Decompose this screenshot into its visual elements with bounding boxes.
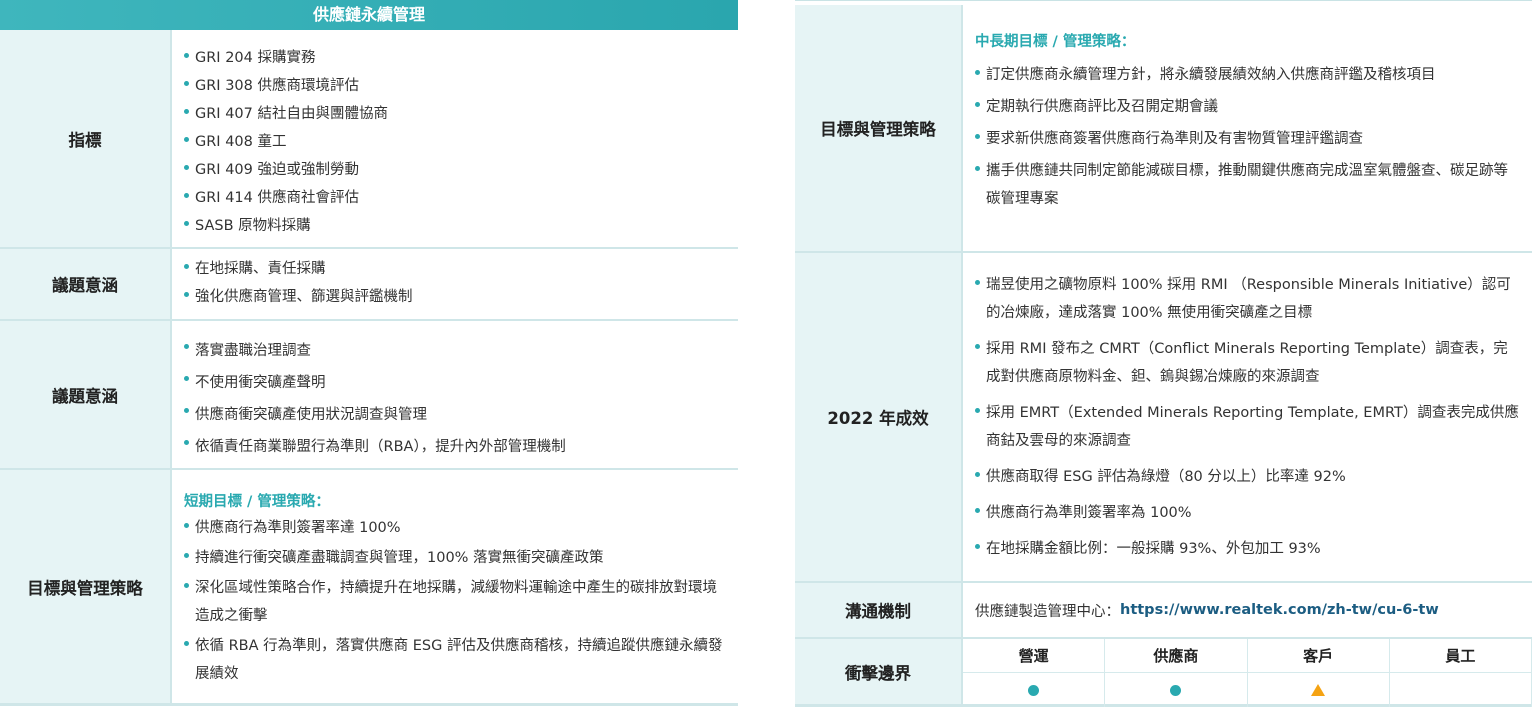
communication-row: 溝通機制 供應鏈製造管理中心： https://www.realtek.com/… [795,583,1532,639]
list-item: 瑞昱使用之礦物原料 100% 採用 RMI （Responsible Miner… [975,271,1522,327]
list-item: 供應商取得 ESG 評估為綠燈（80 分以上）比率達 92% [975,463,1522,491]
left-panel: 供應鏈永續管理 指標 GRI 204 採購實務 GRI 308 供應商環境評估 … [0,0,738,706]
performance-list: 瑞昱使用之礦物原料 100% 採用 RMI （Responsible Miner… [975,271,1522,563]
list-item: SASB 原物料採購 [184,212,728,240]
list-item: 訂定供應商永續管理方針，將永續發展績效納入供應商評鑑及稽核項目 [975,61,1522,89]
list-item: 攜手供應鏈共同制定節能減碳目標，推動關鍵供應商完成溫室氣體盤查、碳足跡等碳管理專… [975,157,1522,213]
list-item: GRI 408 童工 [184,128,728,156]
section-title-banner: 供應鏈永續管理 [0,0,738,30]
short-term-goals-row: 目標與管理策略 短期目標 / 管理策略： 供應商行為準則簽署率達 100% 持續… [0,470,738,706]
list-item: GRI 414 供應商社會評估 [184,184,728,212]
list-item: 要求新供應商簽署供應商行為準則及有害物質管理評鑑調查 [975,125,1522,153]
list-item: 持續進行衝突礦產盡職調查與管理，100% 落實無衝突礦產政策 [184,544,728,572]
impact-column-suppliers: 供應商 [1105,639,1248,673]
impact-boundary-row: 衝擊邊界 營運 供應商 客戶 員工 [795,639,1532,707]
long-term-goals-list: 訂定供應商永續管理方針，將永續發展績效納入供應商評鑑及稽核項目 定期執行供應商評… [975,61,1522,213]
right-panel: 目標與管理策略 中長期目標 / 管理策略： 訂定供應商永續管理方針，將永續發展績… [795,0,1532,707]
goals-strategy-label: 目標與管理策略 [795,5,963,251]
list-item: GRI 204 採購實務 [184,44,728,72]
list-item: 不使用衝突礦產聲明 [184,367,728,399]
list-item: 定期執行供應商評比及召開定期會議 [975,93,1522,121]
list-item: GRI 409 強迫或強制勞動 [184,156,728,184]
performance-row: 2022 年成效 瑞昱使用之礦物原料 100% 採用 RMI （Responsi… [795,253,1532,583]
issue-meaning-label: 議題意涵 [0,249,172,319]
list-item: 落實盡職治理調查 [184,335,728,367]
long-term-goals-subtitle: 中長期目標 / 管理策略： [975,34,1136,50]
list-item: 採用 EMRT（Extended Minerals Reporting Temp… [975,399,1522,455]
indicator-row: 指標 GRI 204 採購實務 GRI 308 供應商環境評估 GRI 407 … [0,30,738,249]
impact-column-operations: 營運 [963,639,1106,673]
direct-impact-dot-icon [1028,684,1040,696]
issue-meaning-row-1: 議題意涵 在地採購、責任採購 強化供應商管理、篩選與評鑑機制 [0,249,738,321]
communication-prefix: 供應鏈製造管理中心： [975,603,1120,620]
communication-link[interactable]: https://www.realtek.com/zh-tw/cu-6-tw [1120,602,1439,618]
list-item: 依循責任商業聯盟行為準則（RBA），提升內外部管理機制 [184,431,728,463]
issue-meaning-label: 議題意涵 [0,321,172,468]
performance-label: 2022 年成效 [795,253,963,581]
impact-column-employees: 員工 [1389,639,1532,673]
indirect-impact-triangle-icon [1311,684,1326,696]
list-item: 依循 RBA 行為準則，落實供應商 ESG 評估及供應商稽核，持續追蹤供應鏈永續… [184,632,728,688]
indicator-label: 指標 [0,30,172,247]
list-item: 供應商衝突礦產使用狀況調查與管理 [184,399,728,431]
list-item: 深化區域性策略合作，持續提升在地採購，減緩物料運輸途中產生的碳排放對環境造成之衝… [184,574,728,630]
issue-meaning-row-2: 議題意涵 落實盡職治理調查 不使用衝突礦產聲明 供應商衝突礦產使用狀況調查與管理… [0,321,738,470]
impact-boundary-table: 營運 供應商 客戶 員工 [963,639,1532,707]
list-item: 在地採購、責任採購 [184,255,728,283]
impact-column-customers: 客戶 [1247,639,1390,673]
short-term-goals-list: 供應商行為準則簽署率達 100% 持續進行衝突礦產盡職調查與管理，100% 落實… [184,514,728,688]
communication-label: 溝通機制 [795,583,963,637]
list-item: 供應商行為準則簽署率達 100% [184,514,728,542]
list-item: 在地採購金額比例：一般採購 93%、外包加工 93% [975,535,1522,563]
impact-boundary-label: 衝擊邊界 [795,639,963,704]
direct-impact-dot-icon [1170,684,1182,696]
list-item: GRI 308 供應商環境評估 [184,72,728,100]
list-item: GRI 407 結社自由與團體協商 [184,100,728,128]
issue-meaning-list: 在地採購、責任採購 強化供應商管理、篩選與評鑑機制 [184,255,728,311]
empty-impact-cell [1390,673,1532,707]
goals-strategy-label: 目標與管理策略 [0,470,172,703]
long-term-goals-row: 目標與管理策略 中長期目標 / 管理策略： 訂定供應商永續管理方針，將永續發展績… [795,5,1532,253]
list-item: 強化供應商管理、篩選與評鑑機制 [184,283,728,311]
list-item: 供應商行為準則簽署率為 100% [975,499,1522,527]
short-term-goals-subtitle: 短期目標 / 管理策略： [184,494,330,510]
issue-meaning-list: 落實盡職治理調查 不使用衝突礦產聲明 供應商衝突礦產使用狀況調查與管理 依循責任… [184,335,728,463]
list-item: 採用 RMI 發布之 CMRT（Conflict Minerals Report… [975,335,1522,391]
indicator-list: GRI 204 採購實務 GRI 308 供應商環境評估 GRI 407 結社自… [184,44,728,240]
